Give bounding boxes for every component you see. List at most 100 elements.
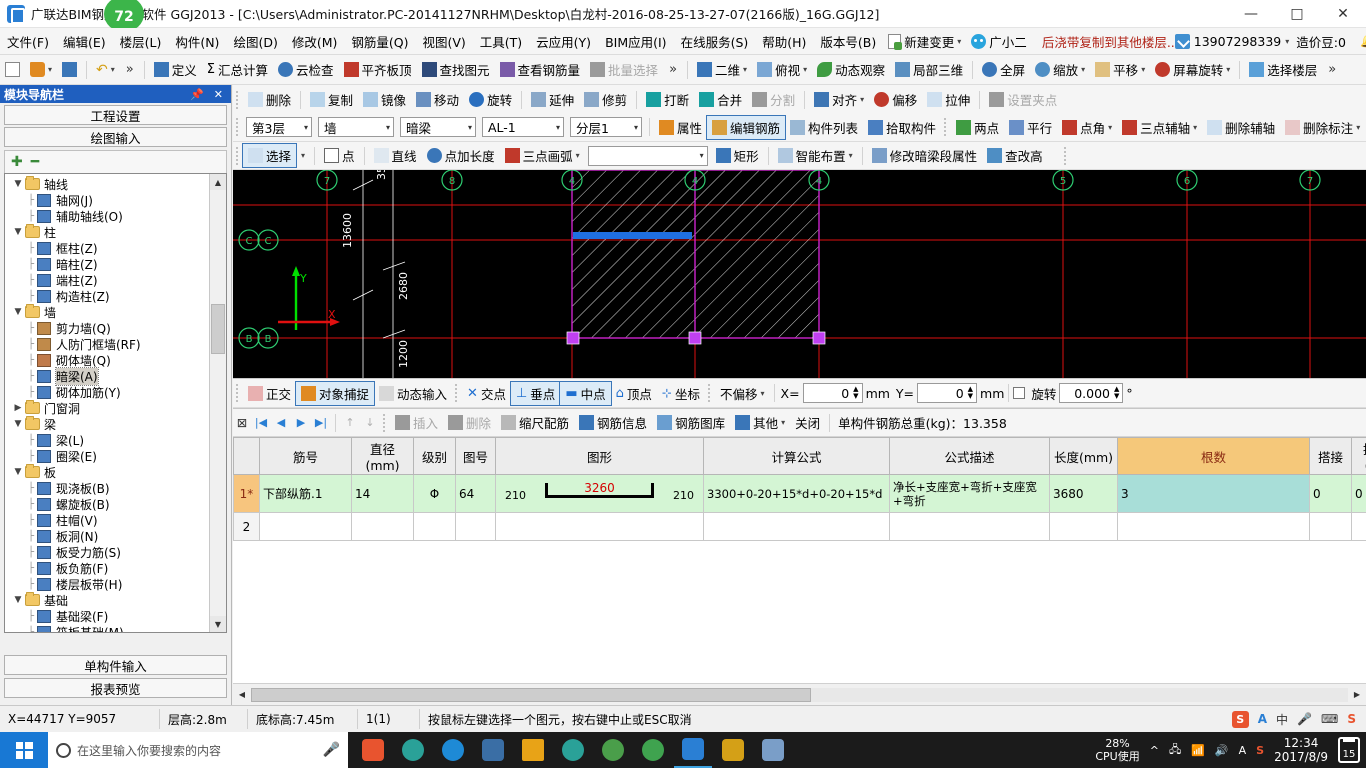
tree-item[interactable]: ├ 圈梁(E) (5, 448, 209, 464)
next-record-button[interactable]: ▶ (291, 416, 311, 429)
rebar-info-button[interactable]: 钢筋信息 (574, 411, 652, 434)
tree-item[interactable]: ├ 基础梁(F) (5, 608, 209, 624)
category-select[interactable]: 墙 ▾ (318, 117, 394, 137)
scale-rebar-button[interactable]: 缩尺配筋 (496, 411, 574, 434)
object-snap-toggle[interactable]: 对象捕捉 (295, 380, 376, 406)
smart-layout-button[interactable]: 智能布置 ▾ (773, 144, 858, 167)
tree-item[interactable]: ├ 轴网(J) (5, 192, 209, 208)
save-button[interactable] (57, 60, 82, 79)
align-slab-top-button[interactable]: 平齐板顶 (339, 58, 417, 81)
cell-length[interactable]: 3680 (1049, 474, 1118, 513)
tree-item[interactable]: ├ 暗梁(A) (5, 366, 209, 386)
drawing-canvas[interactable]: 78 44 45 67 CC BB 13600 2680 1200 35 Y X (233, 170, 1366, 378)
scrollbar-track[interactable] (251, 687, 1348, 702)
point-angle-button[interactable]: 点角 ▾ (1057, 116, 1117, 139)
expand-toggle-icon[interactable]: ▼ (11, 419, 25, 429)
line-tool-button[interactable]: 直线 (369, 144, 422, 167)
new-file-button[interactable] (0, 60, 25, 79)
new-change-button[interactable]: 新建变更 ▾ (883, 30, 966, 53)
microphone-icon[interactable]: 🎤 (1297, 712, 1312, 726)
taskbar-app-explorer[interactable] (514, 732, 552, 768)
expand-toggle-icon[interactable]: ▼ (11, 227, 25, 237)
menu-item-floor[interactable]: 楼层(L) (113, 28, 169, 55)
tree-item[interactable]: ├ 辅助轴线(O) (5, 208, 209, 224)
network-icon[interactable]: 🖧 (1169, 741, 1181, 760)
cell-figure-no[interactable] (455, 512, 496, 541)
start-button[interactable] (0, 732, 48, 768)
tray-extra-icon[interactable]: S (1347, 712, 1356, 726)
type-select[interactable]: 暗梁 ▾ (400, 117, 476, 137)
modify-beam-segment-button[interactable]: 修改暗梁段属性 (867, 144, 983, 167)
first-record-button[interactable]: |◀ (251, 416, 271, 429)
menu-item-cloud[interactable]: 云应用(Y) (529, 28, 598, 55)
scrollbar-thumb[interactable] (251, 687, 811, 702)
three-point-arc-button[interactable]: 三点画弧 ▾ (500, 144, 585, 167)
taskbar-app-edge[interactable] (434, 732, 472, 768)
cell-count[interactable] (1117, 512, 1310, 541)
expand-toggle-icon[interactable]: ▶ (11, 403, 25, 413)
rectangle-tool-button[interactable]: 矩形 (711, 144, 764, 167)
snap-vertex-toggle[interactable]: ⌂ 顶点 (611, 382, 657, 405)
expand-toggle-icon[interactable]: ▼ (11, 179, 25, 189)
insert-row-button[interactable]: 插入 (390, 411, 443, 434)
tree-folder[interactable]: ▼ 梁 (5, 416, 209, 432)
col-length[interactable]: 长度(mm) (1049, 437, 1118, 475)
cell-description[interactable]: 净长+支座宽+弯折+支座宽+弯折 (889, 474, 1050, 513)
tray-expand-icon[interactable]: ^ (1150, 744, 1159, 757)
layer-select[interactable]: 分层1 ▾ (570, 117, 642, 137)
taskbar-app-sogou[interactable] (354, 732, 392, 768)
dynamic-input-toggle[interactable]: 动态输入 (374, 382, 452, 405)
copy-button[interactable]: 复制 (305, 88, 358, 111)
cpu-usage-indicator[interactable]: 28% CPU使用 (1095, 737, 1139, 763)
other-button[interactable]: 其他 ▾ (730, 411, 790, 434)
tree-folder[interactable]: ▼ 柱 (5, 224, 209, 240)
menu-item-edit[interactable]: 编辑(E) (56, 28, 113, 55)
delete-axis-button[interactable]: 删除辅轴 (1202, 116, 1280, 139)
properties-button[interactable]: 属性 (654, 116, 707, 139)
spinner-icon[interactable]: ▲ ▼ (968, 386, 973, 400)
tree-item[interactable]: ├ 板负筋(F) (5, 560, 209, 576)
undo-button[interactable]: ↶ ▾ (91, 60, 120, 80)
table-row[interactable]: 1* 下部纵筋.1 14 Φ 64 210 3260 210 3300+0-20… (233, 474, 1366, 513)
sogou-tray-icon[interactable]: S (1256, 744, 1264, 757)
move-button[interactable]: 移动 (411, 88, 464, 111)
offset-mode-select[interactable]: 不偏移 ▾ (715, 382, 770, 405)
y-offset-input[interactable]: 0 ▲ ▼ (917, 383, 978, 403)
tree-item[interactable]: ├ 梁(L) (5, 432, 209, 448)
delete-button[interactable]: 删除 (243, 88, 296, 111)
tree-item[interactable]: ├ 砌体加筋(Y) (5, 384, 209, 400)
three-point-axis-button[interactable]: 三点辅轴 ▾ (1117, 116, 1202, 139)
tree-item[interactable]: ├ 框柱(Z) (5, 240, 209, 256)
minimize-button[interactable]: — (1228, 0, 1274, 28)
col-diameter[interactable]: 直径(mm) (351, 437, 414, 475)
cell-figure-no[interactable]: 64 (455, 474, 496, 513)
tree-item[interactable]: ├ 板受力筋(S) (5, 544, 209, 560)
remove-icon[interactable]: ━ (31, 154, 39, 170)
col-rebar-name[interactable]: 筋号 (259, 437, 352, 475)
zoom-button[interactable]: 缩放 ▾ (1030, 58, 1090, 81)
prev-record-button[interactable]: ◀ (271, 416, 291, 429)
col-rownum[interactable] (233, 437, 260, 475)
local-3d-button[interactable]: 局部三维 (890, 58, 968, 81)
grid-horizontal-scrollbar[interactable]: ◀ ▶ (233, 683, 1366, 705)
select-tool-button[interactable]: 选择 (241, 143, 298, 168)
tree-folder[interactable]: ▼ 轴线 (5, 176, 209, 192)
cell-lap[interactable]: 0 (1309, 474, 1352, 513)
view-top-button[interactable]: 俯视 ▾ (752, 58, 812, 81)
menu-item-view[interactable]: 视图(V) (415, 28, 472, 55)
menu-item-member[interactable]: 构件(N) (168, 28, 226, 55)
report-preview-button[interactable]: 报表预览 (4, 678, 227, 698)
pick-member-button[interactable]: 拾取构件 (863, 116, 941, 139)
taskbar-app-chrome2[interactable] (594, 732, 632, 768)
snap-coordinate-toggle[interactable]: ⊹ 坐标 (657, 382, 705, 405)
cell-length[interactable] (1049, 512, 1118, 541)
member-list-button[interactable]: 构件列表 (785, 116, 863, 139)
pin-icon[interactable]: 📌 (190, 88, 204, 101)
mirror-button[interactable]: 镜像 (358, 88, 411, 111)
toolbar-overflow-right-icon[interactable]: » (1322, 62, 1342, 77)
col-figure-no[interactable]: 图号 (455, 437, 496, 475)
cell-diameter[interactable]: 14 (351, 474, 414, 513)
spinner-icon[interactable]: ▲ ▼ (1114, 386, 1119, 400)
cell-grade[interactable] (413, 512, 456, 541)
microphone-icon[interactable]: 🎤 (323, 742, 340, 758)
